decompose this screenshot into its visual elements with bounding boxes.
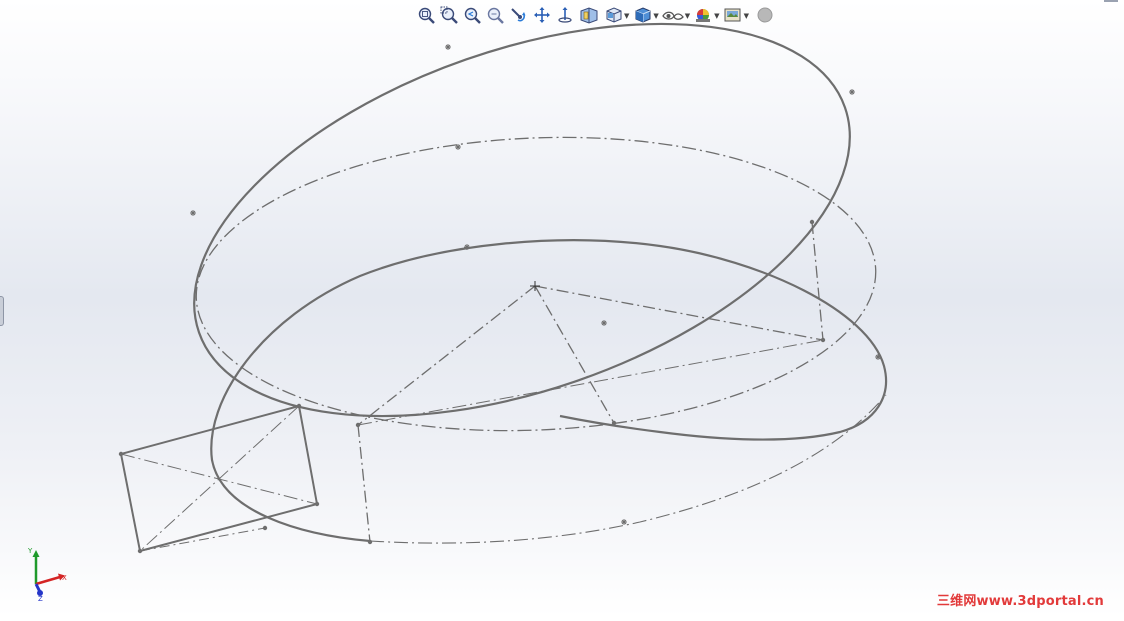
rect-connector xyxy=(139,527,266,552)
apply-scene-icon[interactable]: ▼ xyxy=(722,4,750,26)
edit-appearance-icon[interactable]: ▼ xyxy=(692,4,720,26)
apex-line-right xyxy=(534,285,824,341)
watermark-text: 三维网www.3dportal.cn xyxy=(936,594,1104,609)
reference-triad[interactable]: Y X Z xyxy=(22,544,78,603)
view-orientation-icon[interactable]: ▼ xyxy=(602,4,630,26)
sketch-canvas[interactable] xyxy=(0,0,1124,617)
triad-x-axis xyxy=(35,575,61,586)
rotate-view-icon[interactable] xyxy=(508,4,530,26)
feature-manager-collapse-tab[interactable] xyxy=(0,296,4,326)
bottom-construction-arc xyxy=(369,394,887,544)
section-view-icon[interactable] xyxy=(577,4,601,26)
previous-view-icon[interactable] xyxy=(462,4,484,26)
right-vertical-edge xyxy=(811,221,824,341)
graphics-area[interactable]: ▼ ▼ ▼ ▼ ▼ Y X Z 三维网www.3dportal.cn xyxy=(0,0,1124,617)
triad-y-label: Y xyxy=(27,547,33,555)
middle-construction-ellipse xyxy=(195,136,877,432)
apex-line-left xyxy=(357,285,536,426)
apex-line-front xyxy=(534,285,615,424)
zoom-to-area-icon[interactable] xyxy=(439,4,461,26)
pan-icon[interactable] xyxy=(531,4,553,26)
triad-x-label: X xyxy=(62,574,67,582)
top-ellipse xyxy=(193,22,851,418)
zoom-in-out-icon[interactable] xyxy=(485,4,507,26)
zoom-to-fit-icon[interactable] xyxy=(416,4,438,26)
display-style-icon[interactable]: ▼ xyxy=(631,4,659,26)
heads-up-view-toolbar: ▼ ▼ ▼ ▼ ▼ xyxy=(416,4,775,26)
hide-show-items-icon[interactable]: ▼ xyxy=(661,4,691,26)
triad-z-label: Z xyxy=(38,595,43,602)
left-vertical-edge xyxy=(357,424,371,543)
window-edge-mark xyxy=(1104,0,1118,2)
view-settings-icon[interactable] xyxy=(755,4,775,26)
roll-view-icon[interactable] xyxy=(554,4,576,26)
